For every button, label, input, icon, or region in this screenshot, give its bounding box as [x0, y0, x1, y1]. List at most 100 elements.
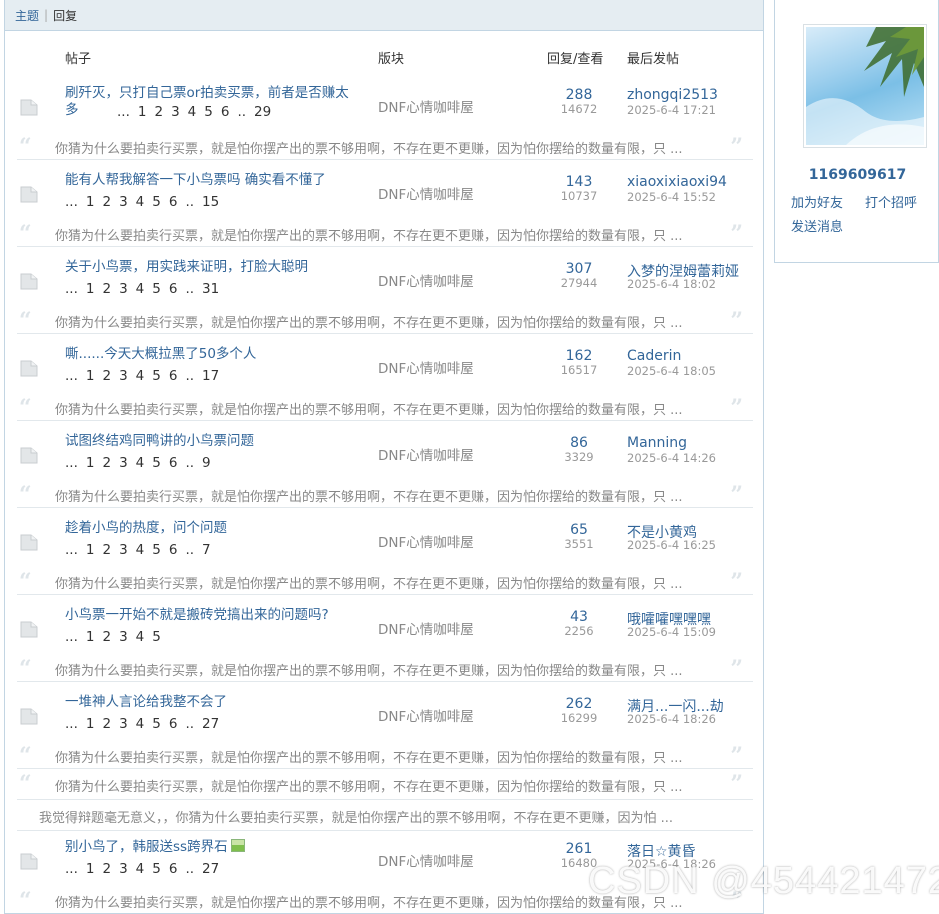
page-link[interactable]: 29	[254, 104, 271, 120]
page-link[interactable]: 2	[102, 716, 111, 732]
page-link[interactable]: 1	[138, 104, 147, 120]
page-link[interactable]: 3	[119, 861, 128, 877]
thread-title[interactable]: 小鸟票一开始不就是搬砖党搞出来的问题吗?	[65, 607, 355, 624]
page-link[interactable]: 6	[169, 861, 178, 877]
page-link[interactable]: 4	[136, 368, 145, 384]
reply-quote-text[interactable]: 你猜为什么要拍卖行买票，就是怕你摆产出的票不够用啊，不存在更不更赚，因为怕你摆给…	[55, 399, 683, 418]
reply-quote-text[interactable]: 你猜为什么要拍卖行买票，就是怕你摆产出的票不够用啊，不存在更不更赚，因为怕你摆给…	[55, 660, 683, 679]
page-link[interactable]: 7	[202, 542, 211, 558]
thread-title[interactable]: 关于小鸟票，用实践来证明，打脸大聪明	[65, 259, 355, 276]
last-post-time[interactable]: 2025-6-4 17:21	[627, 103, 716, 117]
document-icon[interactable]	[20, 853, 38, 870]
page-link[interactable]: 1	[86, 281, 95, 297]
reply-quote-text[interactable]: 你猜为什么要拍卖行买票，就是怕你摆产出的票不够用啊，不存在更不更赚，因为怕你摆给…	[55, 747, 683, 766]
greet-link[interactable]: 打个招呼	[865, 192, 917, 211]
reply-count[interactable]: 162	[550, 348, 608, 364]
page-link[interactable]: 1	[86, 629, 95, 645]
page-link[interactable]: 4	[136, 281, 145, 297]
reply-count[interactable]: 288	[550, 87, 608, 103]
thread-title-text[interactable]: 小鸟票一开始不就是搬砖党搞出来的问题吗?	[65, 607, 329, 623]
profile-username[interactable]: 1169609617	[775, 167, 939, 183]
page-link[interactable]: 6	[169, 194, 178, 210]
last-post-time[interactable]: 2025-6-4 16:25	[627, 538, 716, 552]
document-icon[interactable]	[20, 708, 38, 725]
document-icon[interactable]	[20, 621, 38, 638]
page-link[interactable]: 3	[119, 194, 128, 210]
page-link[interactable]: 4	[136, 542, 145, 558]
reply-quote-text[interactable]: 你猜为什么要拍卖行买票，就是怕你摆产出的票不够用啊，不存在更不更赚，因为怕你摆给…	[55, 776, 683, 795]
reply-quote-text[interactable]: 你猜为什么要拍卖行买票，就是怕你摆产出的票不够用啊，不存在更不更赚，因为怕你摆给…	[55, 486, 683, 505]
page-link[interactable]: 5	[152, 455, 161, 471]
page-link[interactable]: 5	[152, 368, 161, 384]
document-icon[interactable]	[20, 273, 38, 290]
thread-title[interactable]: 别小鸟了，韩服送ss跨界石	[65, 839, 355, 856]
page-link[interactable]: 4	[188, 104, 197, 120]
add-friend-link[interactable]: 加为好友	[791, 192, 843, 211]
thread-title-text[interactable]: 趁着小鸟的热度，问个问题	[65, 520, 227, 536]
page-link[interactable]: 3	[119, 455, 128, 471]
last-post-user[interactable]: zhongqi2513	[627, 87, 718, 103]
reply-quote[interactable]: “ 你猜为什么要拍卖行买票，就是怕你摆产出的票不够用啊，不存在更不更赚，因为怕你摆…	[17, 134, 753, 160]
reply-quote[interactable]: “ 你猜为什么要拍卖行买票，就是怕你摆产出的票不够用啊，不存在更不更赚，因为怕你摆…	[17, 395, 753, 421]
last-post-time[interactable]: 2025-6-4 14:26	[627, 451, 716, 465]
reply-quote[interactable]: “ 你猜为什么要拍卖行买票，就是怕你摆产出的票不够用啊，不存在更不更赚，因为怕你摆…	[17, 656, 753, 682]
thread-forum[interactable]: DNF心情咖啡屋	[378, 96, 474, 116]
page-link[interactable]: 6	[169, 542, 178, 558]
thread-forum[interactable]: DNF心情咖啡屋	[378, 357, 474, 377]
send-message-link[interactable]: 发送消息	[791, 216, 843, 235]
page-link[interactable]: 2	[154, 104, 163, 120]
page-link[interactable]: 3	[119, 716, 128, 732]
page-link[interactable]: 15	[202, 194, 219, 210]
reply-count[interactable]: 43	[550, 609, 608, 625]
reply-quote[interactable]: “ 你猜为什么要拍卖行买票，就是怕你摆产出的票不够用啊，不存在更不更赚，因为怕你摆…	[17, 569, 753, 595]
reply-quote[interactable]: “ 你猜为什么要拍卖行买票，就是怕你摆产出的票不够用啊，不存在更不更赚，因为怕你摆…	[17, 221, 753, 247]
page-link[interactable]: 2	[102, 368, 111, 384]
page-link[interactable]: 6	[169, 716, 178, 732]
reply-quote[interactable]: “ 你猜为什么要拍卖行买票，就是怕你摆产出的票不够用啊，不存在更不更赚，因为怕你摆…	[17, 769, 753, 800]
document-icon[interactable]	[20, 186, 38, 203]
thread-forum[interactable]: DNF心情咖啡屋	[378, 531, 474, 551]
page-link[interactable]: 2	[102, 861, 111, 877]
thread-title-text[interactable]: 一堆神人言论给我整不会了	[65, 694, 227, 710]
page-link[interactable]: 2	[102, 281, 111, 297]
page-link[interactable]: 4	[136, 455, 145, 471]
reply-quote-text[interactable]: 你猜为什么要拍卖行买票，就是怕你摆产出的票不够用啊，不存在更不更赚，因为怕你摆给…	[55, 312, 683, 331]
tab-replies[interactable]: 回复	[53, 7, 77, 24]
thread-forum[interactable]: DNF心情咖啡屋	[378, 270, 474, 290]
page-link[interactable]: 2	[102, 455, 111, 471]
page-link[interactable]: 4	[136, 194, 145, 210]
thread-forum[interactable]: DNF心情咖啡屋	[378, 618, 474, 638]
page-link[interactable]: 31	[202, 281, 219, 297]
thread-title[interactable]: 一堆神人言论给我整不会了	[65, 694, 355, 711]
page-link[interactable]: 27	[202, 861, 219, 877]
page-link[interactable]: 3	[119, 281, 128, 297]
document-icon[interactable]	[20, 360, 38, 377]
thread-forum[interactable]: DNF心情咖啡屋	[378, 705, 474, 725]
page-link[interactable]: 5	[204, 104, 213, 120]
page-link[interactable]: 3	[119, 629, 128, 645]
page-link[interactable]: 6	[169, 455, 178, 471]
reply-quote-text[interactable]: 你猜为什么要拍卖行买票，就是怕你摆产出的票不够用啊，不存在更不更赚，因为怕你摆给…	[55, 138, 683, 157]
thread-title-text[interactable]: 别小鸟了，韩服送ss跨界石	[65, 839, 228, 855]
document-icon[interactable]	[20, 447, 38, 464]
thread-title-text[interactable]: 关于小鸟票，用实践来证明，打脸大聪明	[65, 259, 308, 275]
page-link[interactable]: 5	[152, 861, 161, 877]
page-link[interactable]: 2	[102, 629, 111, 645]
thread-forum[interactable]: DNF心情咖啡屋	[378, 183, 474, 203]
page-link[interactable]: 4	[136, 861, 145, 877]
document-icon[interactable]	[20, 534, 38, 551]
page-link[interactable]: 2	[102, 542, 111, 558]
page-link[interactable]: 2	[102, 194, 111, 210]
page-link[interactable]: 27	[202, 716, 219, 732]
last-post-time[interactable]: 2025-6-4 18:05	[627, 364, 716, 378]
page-link[interactable]: 1	[86, 542, 95, 558]
page-link[interactable]: 5	[152, 629, 161, 645]
page-link[interactable]: 4	[136, 716, 145, 732]
page-link[interactable]: 6	[221, 104, 230, 120]
last-post-time[interactable]: 2025-6-4 15:52	[627, 190, 716, 204]
page-link[interactable]: 5	[152, 194, 161, 210]
tab-topics[interactable]: 主题	[15, 7, 39, 24]
last-post-time[interactable]: 2025-6-4 18:02	[627, 277, 716, 291]
last-post-user[interactable]: xiaoxixiaoxi94	[627, 174, 727, 190]
page-link[interactable]: 1	[86, 455, 95, 471]
